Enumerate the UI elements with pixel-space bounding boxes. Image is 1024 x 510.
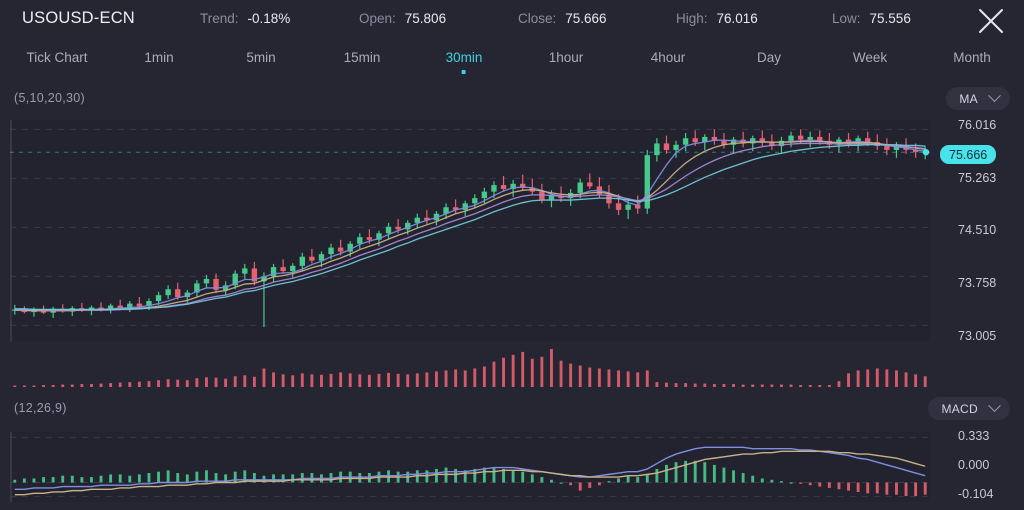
timeframe-tab-30min[interactable]: 30min: [446, 41, 483, 82]
macd-indicator-dropdown[interactable]: MACD: [928, 397, 1010, 420]
stat-open-label: Open:: [359, 11, 396, 26]
macd-chart-panel[interactable]: [10, 432, 930, 502]
stat-low: Low: 75.556: [832, 11, 911, 26]
timeframe-tab-label: 15min: [344, 50, 381, 65]
macd-axis-label: -0.104: [958, 487, 993, 501]
macd-axis-label: 0.000: [958, 458, 989, 472]
price-axis-label: 73.758: [958, 276, 996, 290]
macd-pill-label: MACD: [941, 402, 978, 416]
trading-chart-app: USOUSD-ECN Trend: -0.18% Open: 75.806 Cl…: [0, 0, 1024, 510]
price-chart-panel[interactable]: [10, 120, 930, 342]
timeframe-tab-label: Week: [853, 50, 887, 65]
timeframe-tab-label: 4hour: [651, 50, 686, 65]
stat-trend-label: Trend:: [200, 11, 239, 26]
timeframe-tab-5min[interactable]: 5min: [246, 41, 275, 82]
ma-params-label: (5,10,20,30): [14, 91, 85, 105]
timeframe-tab-day[interactable]: Day: [757, 41, 781, 82]
stat-high-label: High:: [676, 11, 708, 26]
timeframe-tab-label: Tick Chart: [26, 50, 87, 65]
chevron-down-icon: [988, 399, 1001, 412]
chevron-down-icon: [988, 89, 1001, 102]
stat-close-value: 75.666: [565, 11, 606, 26]
timeframe-tab-label: 30min: [446, 50, 483, 65]
stat-trend: Trend: -0.18%: [200, 11, 290, 26]
timeframe-tabs: Tick Chart 1min 5min 15min 30min 1hour 4hour Da…: [0, 41, 1024, 82]
price-axis-label: 75.263: [958, 171, 996, 185]
stat-close: Close: 75.666: [518, 11, 607, 26]
symbol-title: USOUSD-ECN: [22, 9, 135, 28]
price-axis-label: 76.016: [958, 118, 996, 132]
volume-chart-panel[interactable]: [10, 345, 930, 387]
timeframe-tab-week[interactable]: Week: [853, 41, 887, 82]
price-axis-label: 74.510: [958, 223, 996, 237]
timeframe-tab-tick-chart[interactable]: Tick Chart: [26, 41, 87, 82]
timeframe-tab-label: Day: [757, 50, 781, 65]
stat-low-label: Low:: [832, 11, 861, 26]
current-price-badge: 75.666: [940, 145, 996, 164]
timeframe-tab-label: Month: [953, 50, 991, 65]
close-icon[interactable]: [974, 4, 1008, 38]
price-axis-label: 73.005: [958, 329, 996, 343]
timeframe-tab-4hour[interactable]: 4hour: [651, 41, 686, 82]
macd-axis-label: 0.333: [958, 429, 989, 443]
ma-indicator-dropdown[interactable]: MA: [946, 87, 1010, 110]
timeframe-tab-label: 5min: [246, 50, 275, 65]
stat-trend-value: -0.18%: [248, 11, 291, 26]
chart-header: USOUSD-ECN Trend: -0.18% Open: 75.806 Cl…: [0, 0, 1024, 40]
stat-open: Open: 75.806: [359, 11, 446, 26]
active-tab-indicator: [462, 70, 466, 74]
ma-pill-label: MA: [959, 92, 978, 106]
timeframe-tab-1hour[interactable]: 1hour: [549, 41, 584, 82]
stat-open-value: 75.806: [405, 11, 446, 26]
timeframe-tab-15min[interactable]: 15min: [344, 41, 381, 82]
stat-low-value: 75.556: [870, 11, 911, 26]
stat-high-value: 76.016: [717, 11, 758, 26]
stat-close-label: Close:: [518, 11, 556, 26]
timeframe-tab-label: 1min: [144, 50, 173, 65]
timeframe-tab-month[interactable]: Month: [953, 41, 991, 82]
stat-high: High: 76.016: [676, 11, 758, 26]
macd-params-label: (12,26,9): [14, 401, 67, 415]
timeframe-tab-label: 1hour: [549, 50, 584, 65]
timeframe-tab-1min[interactable]: 1min: [144, 41, 173, 82]
